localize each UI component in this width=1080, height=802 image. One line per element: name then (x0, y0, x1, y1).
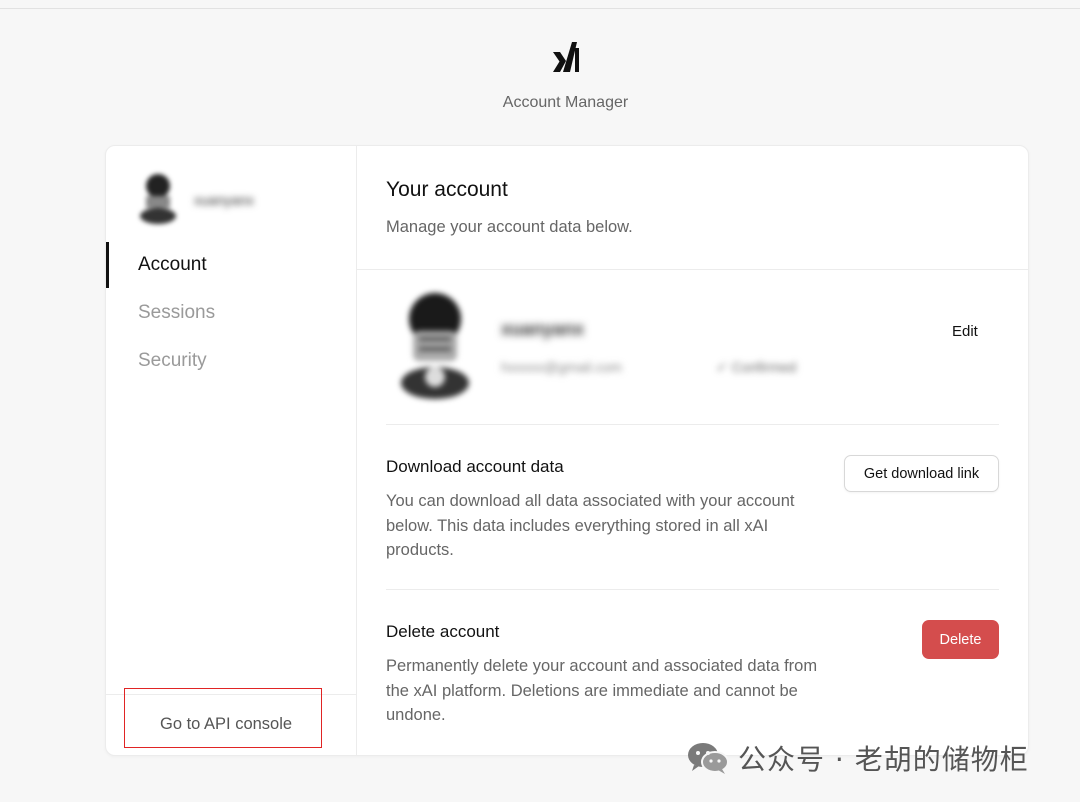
sidebar-item-label: Account (138, 254, 207, 275)
sidebar: xuanyanx Account Sessions Security Go to… (106, 146, 357, 755)
download-description: You can download all data associated wit… (386, 492, 795, 559)
main-header: Your account Manage your account data be… (357, 146, 1028, 270)
profile-section: xuanyanx hxxxxx@gmail.com ✓ Confirmed Ed… (386, 269, 999, 425)
avatar (140, 174, 176, 224)
delete-title: Delete account (386, 622, 500, 641)
page-title: Your account (386, 178, 508, 201)
sidebar-item-sessions[interactable]: Sessions (106, 290, 356, 336)
sidebar-item-security[interactable]: Security (106, 338, 356, 384)
sidebar-item-label: Security (138, 350, 207, 371)
sidebar-user-name: xuanyanx (194, 192, 254, 208)
sidebar-item-label: Sessions (138, 302, 216, 323)
active-indicator (106, 242, 109, 288)
top-divider (0, 8, 1080, 9)
account-card: xuanyanx Account Sessions Security Go to… (105, 145, 1029, 756)
main-panel: Your account Manage your account data be… (357, 146, 1028, 755)
watermark-text: 公众号 · 老胡的储物柜 (738, 743, 1029, 776)
download-data-section: Download account data You can download a… (386, 424, 999, 590)
edit-profile-button[interactable]: Edit (946, 319, 984, 344)
delete-description: Permanently delete your account and asso… (386, 657, 818, 724)
wechat-icon (688, 743, 729, 774)
api-console-label: Go to API console (160, 715, 293, 733)
delete-account-button[interactable]: Delete (922, 620, 999, 659)
get-download-link-button[interactable]: Get download link (844, 455, 999, 492)
profile-avatar (401, 293, 469, 399)
email-status-badge: ✓ Confirmed (716, 359, 797, 375)
watermark: 公众号 · 老胡的储物柜 (686, 738, 1029, 778)
api-console-link[interactable]: Go to API console (124, 688, 322, 748)
sidebar-item-account[interactable]: Account (106, 242, 356, 288)
profile-email: hxxxxx@gmail.com (501, 359, 622, 375)
download-title: Download account data (386, 457, 564, 476)
delete-account-section: Delete account Permanently delete your a… (386, 589, 999, 755)
app-title: Account Manager (502, 94, 629, 111)
page-subtitle: Manage your account data below. (386, 218, 633, 236)
profile-name: xuanyanx (501, 319, 585, 339)
sidebar-user: xuanyanx (136, 172, 336, 232)
xai-logo-icon (553, 42, 579, 72)
